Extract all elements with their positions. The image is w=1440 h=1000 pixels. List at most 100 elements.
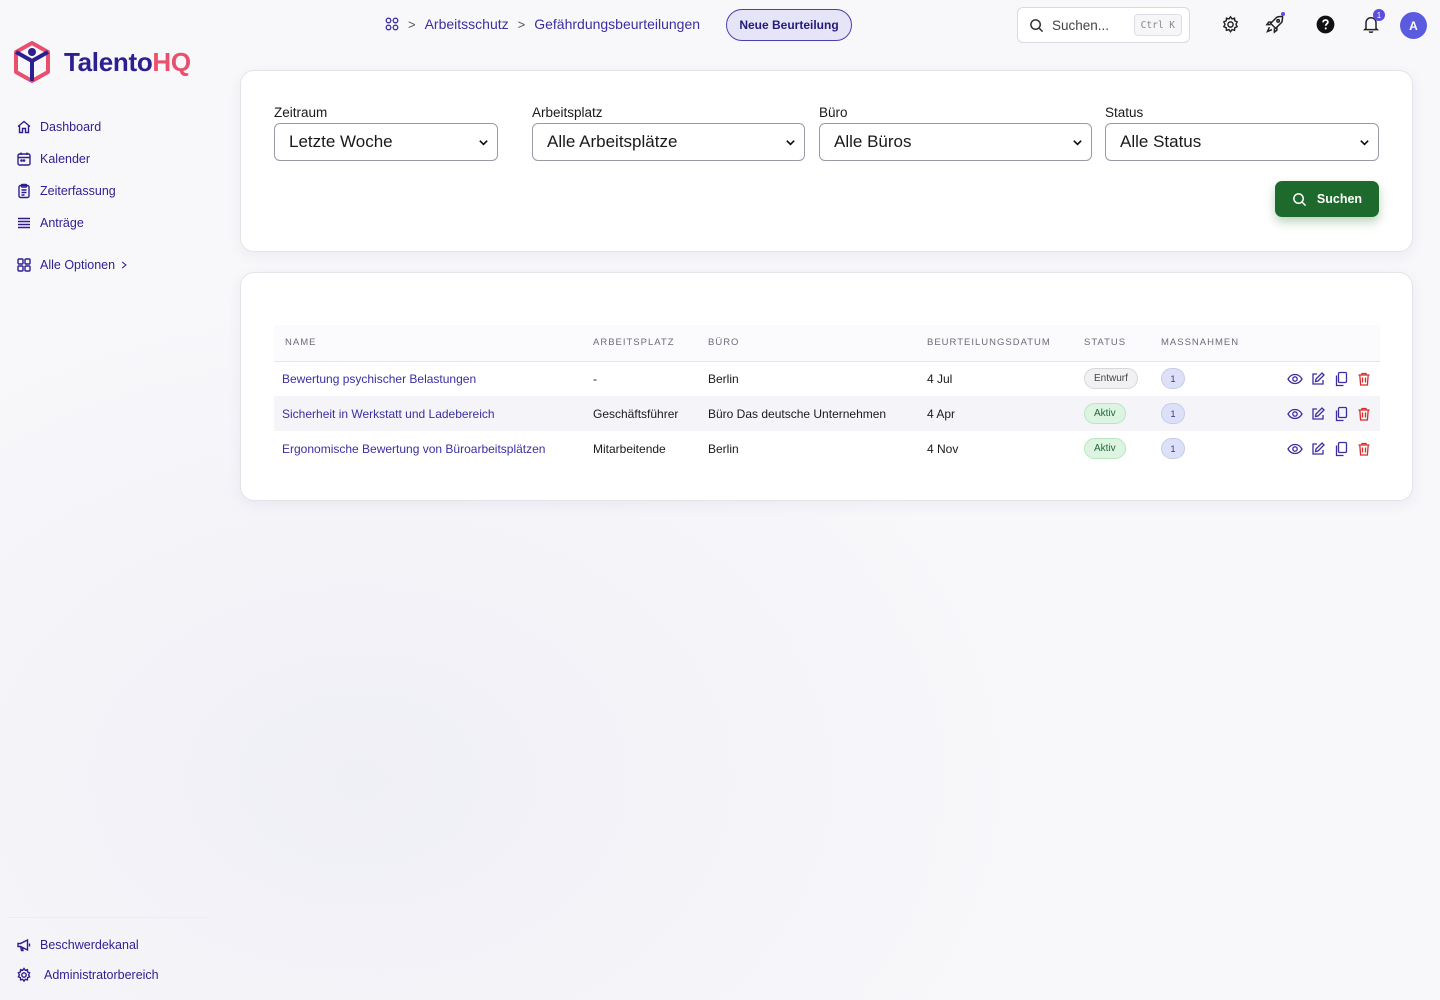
notifications-button[interactable]: 1: [1360, 9, 1385, 35]
delete-icon[interactable]: [1356, 371, 1372, 387]
breadcrumb-separator: >: [517, 16, 526, 32]
edit-icon[interactable]: [1310, 371, 1326, 387]
workplace-cell: Geschäftsführer: [593, 396, 708, 431]
workplace-label: Arbeitsplatz: [532, 105, 603, 120]
column-header-date[interactable]: BEURTEILUNGSDATUM: [927, 325, 1084, 362]
workplace-cell: -: [593, 371, 597, 386]
sidebar-item-label: Alle Optionen: [40, 258, 116, 272]
period-filter: Zeitraum Letzte Woche: [274, 105, 498, 161]
workplace-cell: Mitarbeitende: [593, 441, 666, 456]
sidebar-item-administratorbereich[interactable]: Administratorbereich: [16, 960, 159, 990]
edit-icon[interactable]: [1310, 406, 1326, 422]
sidebar-item-label: Anträge: [40, 216, 84, 230]
whats-new-button[interactable]: [1264, 12, 1286, 35]
table-row: Ergonomische Bewertung von Büroarbeitspl…: [274, 431, 1380, 466]
column-header-measures[interactable]: MASSNAHMEN: [1161, 325, 1261, 362]
column-header-workplace[interactable]: ARBEITSPLATZ: [593, 325, 708, 362]
breadcrumb-separator: >: [408, 16, 416, 32]
view-icon[interactable]: [1287, 441, 1303, 457]
breadcrumb-item-gefaehrdungsbeurteilungen[interactable]: Gefährdungsbeurteilungen: [534, 16, 700, 32]
status-badge: Entwurf: [1084, 368, 1138, 390]
row-actions: [1261, 441, 1380, 457]
office-value: Alle Büros: [834, 132, 912, 151]
measures-count-badge[interactable]: 1: [1161, 438, 1185, 459]
column-header-office[interactable]: BÜRO: [708, 325, 927, 362]
search-icon: [1293, 192, 1307, 206]
assessment-name-link[interactable]: Sicherheit in Werkstatt und Ladebereich: [282, 407, 495, 421]
duplicate-icon[interactable]: [1333, 441, 1349, 457]
help-button[interactable]: [1314, 13, 1336, 35]
status-select[interactable]: Alle Status: [1105, 123, 1379, 161]
breadcrumb: > Arbeitsschutz > Gefährdungsbeurteilung…: [385, 16, 700, 32]
search-button-label: Suchen: [1316, 192, 1363, 206]
measures-count-badge[interactable]: 1: [1161, 368, 1185, 390]
status-label: Status: [1105, 105, 1144, 120]
duplicate-icon[interactable]: [1333, 371, 1349, 387]
new-assessment-button[interactable]: Neue Beurteilung: [726, 9, 852, 41]
avatar[interactable]: A: [1400, 12, 1427, 39]
view-icon[interactable]: [1287, 406, 1303, 422]
column-header-name[interactable]: NAME: [274, 325, 593, 362]
status-badge: Aktiv: [1084, 438, 1126, 459]
megaphone-icon: [17, 938, 31, 952]
sidebar-divider: [8, 917, 208, 918]
delete-icon[interactable]: [1356, 406, 1372, 422]
view-icon[interactable]: [1287, 371, 1303, 387]
chevron-down-icon: [1073, 139, 1082, 146]
sidebar-item-label: Dashboard: [40, 120, 102, 134]
gear-icon: [17, 967, 31, 983]
office-select[interactable]: Alle Büros: [819, 123, 1092, 161]
duplicate-icon[interactable]: [1333, 406, 1349, 422]
date-cell: 4 Apr: [927, 396, 1084, 431]
sidebar-item-label: Kalender: [40, 152, 91, 166]
search-button[interactable]: Suchen: [1275, 181, 1379, 217]
settings-button[interactable]: [1219, 13, 1241, 35]
clipboard-icon: [18, 183, 30, 199]
date-cell: 4 Jul: [927, 371, 953, 386]
apps-grid-icon[interactable]: [385, 17, 399, 31]
row-actions: [1261, 406, 1380, 422]
office-filter: Büro Alle Büros: [819, 105, 1092, 161]
calendar-icon: [17, 152, 31, 166]
breadcrumb-item-arbeitsschutz[interactable]: Arbeitsschutz: [425, 16, 509, 32]
sidebar-item-beschwerdekanal[interactable]: Beschwerdekanal: [16, 930, 159, 960]
search-input[interactable]: Suchen... Ctrl K: [1017, 7, 1190, 43]
gear-icon: [1222, 15, 1238, 33]
bottom-nav: Beschwerdekanal Administratorbereich: [16, 930, 159, 990]
status-filter: Status Alle Status: [1105, 105, 1379, 161]
status-value: Alle Status: [1120, 132, 1202, 151]
search-placeholder: Suchen...: [1052, 17, 1110, 33]
chevron-down-icon: [479, 139, 488, 146]
delete-icon[interactable]: [1356, 441, 1372, 457]
office-cell: Berlin: [708, 371, 739, 386]
sidebar-item-label: Administratorbereich: [44, 968, 159, 982]
office-label: Büro: [819, 105, 848, 120]
sidebar-item-kalender[interactable]: Kalender: [16, 143, 116, 175]
table-row: Bewertung psychischer Belastungen - Berl…: [274, 361, 1380, 396]
workplace-select[interactable]: Alle Arbeitsplätze: [532, 123, 805, 161]
notification-count: 1: [1373, 9, 1385, 21]
status-badge: Aktiv: [1084, 403, 1126, 424]
assessments-table: NAME ARBEITSPLATZ BÜRO BEURTEILUNGSDATUM…: [274, 325, 1380, 466]
logo[interactable]: TalentoHQ: [12, 40, 191, 84]
measures-count-badge[interactable]: 1: [1161, 403, 1185, 424]
assessments-table-panel: NAME ARBEITSPLATZ BÜRO BEURTEILUNGSDATUM…: [240, 272, 1413, 501]
period-select[interactable]: Letzte Woche: [274, 123, 498, 161]
column-header-status[interactable]: STATUS: [1084, 325, 1161, 362]
assessment-name-link[interactable]: Ergonomische Bewertung von Büroarbeitspl…: [282, 442, 545, 456]
office-cell: Berlin: [708, 441, 739, 456]
sidebar-item-zeiterfassung[interactable]: Zeiterfassung: [16, 175, 116, 207]
sidebar-item-antraege[interactable]: Anträge: [16, 207, 116, 239]
sidebar-item-dashboard[interactable]: Dashboard: [16, 111, 116, 143]
filter-panel: Zeitraum Letzte Woche Arbeitsplatz Alle …: [240, 70, 1413, 252]
assessment-name-link[interactable]: Bewertung psychischer Belastungen: [282, 372, 476, 386]
cube-logo-icon: [14, 41, 50, 83]
row-actions: [1261, 371, 1380, 387]
sidebar: TalentoHQ Dashboard Kalender Zeiterfassu…: [0, 0, 215, 1000]
update-dot: [1281, 12, 1285, 16]
sidebar-all-options[interactable]: Alle Optionen: [16, 249, 129, 281]
edit-icon[interactable]: [1310, 441, 1326, 457]
chevron-right-icon: [121, 261, 127, 269]
brand-name: TalentoHQ: [64, 46, 191, 77]
period-label: Zeitraum: [274, 105, 328, 120]
